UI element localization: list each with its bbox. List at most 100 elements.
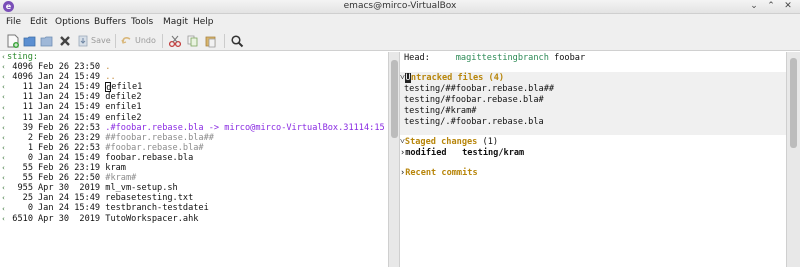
file-name[interactable]: foobar.rebase.bla [105,153,193,163]
untracked-file[interactable]: testing/#kram# [404,106,476,116]
file-name[interactable]: rebasetesting.txt [105,193,193,203]
cut-icon[interactable] [168,34,182,48]
dired-file-row[interactable]: 0 Jan 24 15:49 testbranch-testdatei [7,203,385,213]
menu-help[interactable]: Help [193,17,214,27]
toolbar-separator [162,34,163,48]
menu-options[interactable]: Options [55,17,90,27]
file-size: 55 [22,163,33,174]
paste-icon[interactable] [204,34,218,48]
minimize-button[interactable]: ⌄ [748,1,760,12]
file-date: Apr 30 2019 [38,213,101,224]
fringe-continuation-icon: ‹ [1,63,6,72]
untracked-file[interactable]: testing/.#foobar.rebase.bla [404,117,544,127]
file-name[interactable]: ml_vm-setup.sh [105,183,177,193]
dired-file-row[interactable]: 11 Jan 24 15:49 enfile1 [7,102,385,112]
file-size: 11 [22,82,33,93]
file-name[interactable]: enfile1 [105,102,141,112]
left-scrollbar[interactable] [388,52,400,267]
dired-header-line[interactable]: sting: [7,52,385,62]
copy-icon[interactable] [186,34,200,48]
head-branch[interactable]: magittestingbranch [456,53,549,63]
file-date: Jan 24 15:49 [38,152,101,163]
file-date: Jan 24 15:49 [38,82,101,93]
file-name[interactable]: .. [105,72,115,82]
untracked-section-header[interactable]: ˅Untracked files (4) [400,73,504,83]
dired-file-row[interactable]: 55 Feb 26 22:50 #kram# [7,173,385,183]
save-button-label[interactable]: Save [91,36,111,45]
open-folder-icon[interactable] [23,34,37,48]
file-name[interactable]: .#foobar.rebase.bla -> mirco@mirco-Virtu… [105,123,384,133]
file-size: 0 [27,203,33,214]
dired-window[interactable]: ‹ ‹ ‹ ‹ ‹ ‹ ‹ ‹ ‹ ‹ ‹ ‹ ‹ ‹ ‹ ‹ ‹ sting: 4096 Feb 26 23:50… [0,52,388,267]
menu-magit[interactable]: Magit [163,17,188,27]
untracked-file[interactable]: testing/#foobar.rebase.bla# [404,95,544,105]
file-name[interactable]: #kram# [105,173,136,183]
dired-file-row[interactable]: 39 Feb 26 22:53 .#foobar.rebase.bla -> mi… [7,123,385,133]
dired-listing[interactable]: sting: 4096 Feb 26 23:50 . 4096 Jan 24 15:49… [7,52,385,224]
file-date: Jan 24 15:49 [38,203,101,214]
file-size: 39 [22,122,33,133]
file-date: Jan 24 15:49 [38,72,101,83]
search-icon[interactable] [230,34,244,48]
dired-file-row[interactable]: 955 Apr 30 2019 ml_vm-setup.sh [7,183,385,193]
file-date: Feb 26 22:50 [38,173,101,184]
dired-file-row[interactable]: 4096 Feb 26 23:50 . [7,62,385,72]
file-size: 2 [27,132,33,143]
window-title: emacs@mirco-VirtualBox [343,1,457,11]
fringe-continuation-icon: ‹ [1,154,6,162]
undo-icon[interactable] [120,34,132,48]
untracked-title: ntracked files (4) [410,73,505,83]
menu-edit[interactable]: Edit [30,17,47,27]
dired-file-row[interactable]: 4096 Jan 24 15:49 .. [7,72,385,82]
dired-file-row[interactable]: 11 Jan 24 15:49 defile2 [7,92,385,102]
file-name[interactable]: efile1 [111,82,142,92]
recent-commits-header[interactable]: ›Recent commits [400,168,478,178]
staged-title: Staged changes [404,137,478,147]
dired-file-row[interactable]: 2 Feb 26 23:29 ##foobar.rebase.bla## [7,133,385,143]
staged-file: testing/kram [462,148,525,158]
file-name[interactable]: #foobar.rebase.bla# [105,143,203,153]
menu-buffers[interactable]: Buffers [94,17,126,27]
file-date: Feb 26 23:50 [38,62,101,73]
staged-section-header[interactable]: ˅Staged changes (1) [400,137,498,147]
file-name[interactable]: testbranch-testdatei [105,203,208,213]
file-name[interactable]: . [105,62,110,72]
right-scrollbar[interactable] [786,52,800,267]
menu-bar: File Edit Options Buffers Tools Magit He… [0,14,800,31]
dired-file-row[interactable]: 55 Feb 26 23:19 kram [7,163,385,173]
file-name[interactable]: defile2 [105,92,141,102]
left-scrollbar-thumb[interactable] [391,60,398,138]
menu-file[interactable]: File [6,17,21,27]
file-date: Feb 26 22:53 [38,122,101,133]
close-window-button[interactable]: ✕ [782,1,794,12]
file-name[interactable]: TutoWorkspacer.ahk [105,214,198,224]
file-name[interactable]: enfile2 [105,113,141,123]
dired-file-row[interactable]: 0 Jan 24 15:49 foobar.rebase.bla [7,153,385,163]
file-size: 4096 [12,72,33,83]
maximize-button[interactable]: ⌃ [765,1,777,12]
head-commit-summary: foobar [554,53,586,63]
dired-file-row[interactable]: 25 Jan 24 15:49 rebasetesting.txt [7,193,385,203]
fringe-continuation-icon: ‹ [1,123,6,132]
fringe-continuation-icon: ‹ [1,194,6,203]
file-size: 955 [17,183,33,194]
close-buffer-icon[interactable] [58,34,72,48]
dired-folder-icon[interactable] [40,34,54,48]
dired-file-row[interactable]: 11 Jan 24 15:49 enfile2 [7,113,385,123]
fringe-continuation-icon: ‹ [1,204,6,213]
staged-file-row[interactable]: ›modified testing/kram [400,148,524,158]
dired-file-row[interactable]: 11 Jan 24 15:49 defile1 [7,82,385,93]
untracked-file[interactable]: testing/##foobar.rebase.bla## [404,84,554,94]
right-scrollbar-thumb[interactable] [790,58,797,148]
file-date: Feb 26 23:29 [38,132,101,143]
dired-file-row[interactable]: 6510 Apr 30 2019 TutoWorkspacer.ahk [7,214,385,224]
magit-status-window[interactable]: Head: magittestingbranch foobar ˅Untrack… [400,52,786,267]
undo-button-label[interactable]: Undo [135,36,156,45]
magit-head-line[interactable]: Head: magittestingbranch foobar [404,53,585,63]
file-name[interactable]: ##foobar.rebase.bla## [105,133,214,143]
dired-file-row[interactable]: 1 Feb 26 22:53 #foobar.rebase.bla# [7,143,385,153]
save-icon[interactable] [77,34,89,48]
menu-tools[interactable]: Tools [131,17,153,27]
new-file-icon[interactable] [6,34,20,48]
file-name[interactable]: kram [105,163,126,173]
